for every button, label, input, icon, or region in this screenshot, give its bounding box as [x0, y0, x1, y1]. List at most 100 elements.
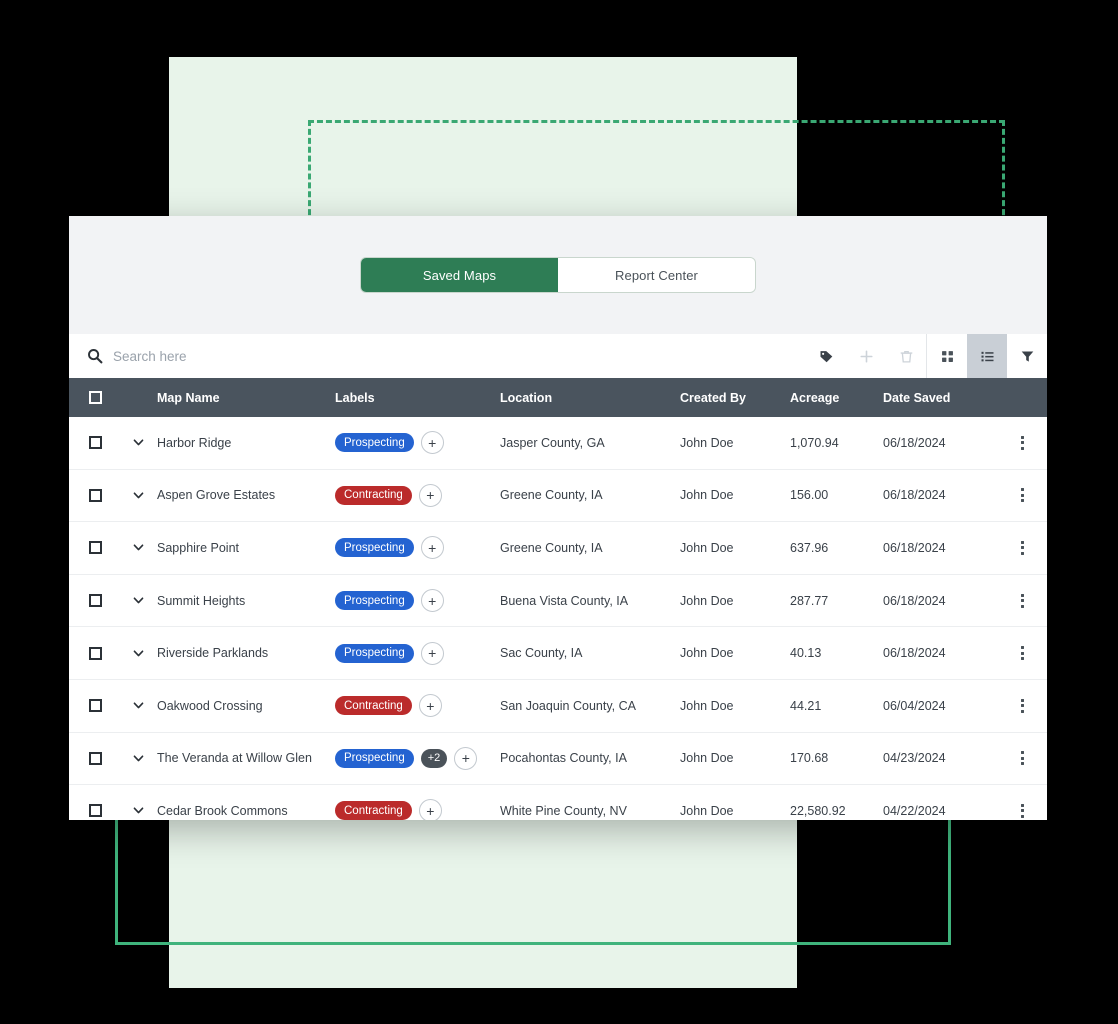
- toolbar: [69, 334, 1047, 378]
- cell-location: Sac County, IA: [500, 646, 583, 661]
- grid-view-button[interactable]: [926, 334, 967, 378]
- cell-location: Greene County, IA: [500, 540, 603, 555]
- table-row[interactable]: Harbor Ridge Prospecting + Jasper County, G…: [69, 417, 1047, 470]
- row-expand-button[interactable]: [121, 753, 155, 764]
- table-row[interactable]: Cedar Brook Commons Contracting + White Pin…: [69, 785, 1047, 820]
- cell-location: San Joaquin County, CA: [500, 698, 636, 713]
- trash-icon: [900, 350, 912, 362]
- table-row[interactable]: Oakwood Crossing Contracting + San Joaquin …: [69, 679, 1047, 733]
- select-all-checkbox[interactable]: [88, 391, 102, 404]
- label-overflow-badge[interactable]: +2: [420, 748, 448, 768]
- label-pill[interactable]: Prospecting: [335, 591, 414, 611]
- label-pill[interactable]: Contracting: [335, 485, 412, 505]
- row-expand-button[interactable]: [121, 648, 155, 659]
- cell-date-saved: 04/23/2024: [883, 751, 946, 766]
- label-pill[interactable]: Contracting: [335, 696, 412, 716]
- label-pill[interactable]: Prospecting: [335, 748, 414, 768]
- tab-saved-maps[interactable]: Saved Maps: [361, 258, 558, 292]
- add-label-button[interactable]: +: [420, 641, 444, 665]
- row-checkbox[interactable]: [88, 541, 102, 555]
- table-row[interactable]: Summit Heights Prospecting + Buena Vista Co…: [69, 574, 1047, 628]
- column-header-labels[interactable]: Labels: [335, 391, 500, 405]
- row-menu-button[interactable]: [1017, 747, 1028, 769]
- filter-button[interactable]: [1007, 334, 1047, 378]
- add-label-button[interactable]: +: [418, 799, 442, 820]
- row-menu-button[interactable]: [1017, 484, 1028, 506]
- list-view-icon: [981, 351, 993, 361]
- search-input[interactable]: [113, 348, 373, 364]
- cell-labels: Prospecting +: [335, 536, 500, 560]
- add-label-button[interactable]: +: [454, 746, 478, 770]
- cell-location: Jasper County, GA: [500, 435, 605, 450]
- cell-date-saved: 04/22/2024: [883, 803, 946, 818]
- cell-created-by: John Doe: [680, 593, 734, 608]
- column-header-map-name[interactable]: Map Name: [155, 391, 335, 405]
- add-button[interactable]: [846, 334, 886, 378]
- row-expand-button[interactable]: [121, 490, 155, 501]
- row-checkbox[interactable]: [88, 436, 102, 450]
- column-header-created-by[interactable]: Created By: [680, 391, 790, 405]
- add-label-button[interactable]: +: [418, 694, 442, 718]
- row-menu-button[interactable]: [1017, 590, 1028, 612]
- row-checkbox[interactable]: [88, 751, 102, 765]
- row-expand-button[interactable]: [121, 700, 155, 711]
- cell-labels: Contracting +: [335, 694, 500, 718]
- cell-map-name: Sapphire Point: [157, 540, 240, 555]
- row-expand-button[interactable]: [121, 595, 155, 606]
- expand-chevron-icon: [133, 597, 143, 604]
- grid-view-icon: [941, 350, 953, 362]
- row-checkbox[interactable]: [88, 488, 102, 502]
- row-checkbox[interactable]: [88, 804, 102, 818]
- row-checkbox[interactable]: [88, 646, 102, 660]
- cell-acreage: 44.21: [790, 698, 822, 713]
- row-select-cell: [69, 541, 121, 555]
- row-menu-button[interactable]: [1017, 432, 1028, 454]
- row-checkbox[interactable]: [88, 594, 102, 608]
- cell-date-saved: 06/18/2024: [883, 435, 946, 450]
- row-menu-button[interactable]: [1017, 695, 1028, 717]
- table-header-row: Map Name Labels Location Created By Acre…: [69, 378, 1047, 417]
- table-row[interactable]: Riverside Parklands Prospecting + Sac Count…: [69, 627, 1047, 680]
- column-header-location[interactable]: Location: [500, 391, 680, 405]
- table-row[interactable]: The Veranda at Willow Glen Prospecting +2 +…: [69, 732, 1047, 786]
- row-menu-button[interactable]: [1017, 642, 1028, 664]
- cell-labels: Contracting +: [335, 483, 500, 507]
- cell-map-name: Oakwood Crossing: [157, 698, 263, 713]
- add-label-button[interactable]: +: [420, 589, 444, 613]
- list-view-button[interactable]: [967, 334, 1007, 378]
- label-pill[interactable]: Prospecting: [335, 643, 414, 663]
- table-row[interactable]: Aspen Grove Estates Contracting + Greene Co…: [69, 469, 1047, 523]
- filter-icon: [1021, 350, 1033, 362]
- row-select-cell: [69, 594, 121, 608]
- expand-chevron-icon: [133, 544, 143, 551]
- add-label-button[interactable]: +: [420, 536, 444, 560]
- add-label-button[interactable]: +: [420, 431, 444, 455]
- label-pill[interactable]: Contracting: [335, 801, 412, 820]
- row-select-cell: [69, 699, 121, 713]
- row-expand-button[interactable]: [121, 542, 155, 553]
- tab-report-center[interactable]: Report Center: [558, 258, 755, 292]
- select-all-cell: [69, 391, 121, 404]
- row-expand-button[interactable]: [121, 437, 155, 448]
- cell-labels: Prospecting +: [335, 589, 500, 613]
- cell-location: White Pine County, NV: [500, 803, 627, 818]
- label-pill[interactable]: Prospecting: [335, 538, 414, 558]
- row-menu-button[interactable]: [1017, 800, 1028, 820]
- row-checkbox[interactable]: [88, 699, 102, 713]
- cell-acreage: 637.96: [790, 540, 829, 555]
- label-pill[interactable]: Prospecting: [335, 433, 414, 453]
- cell-acreage: 40.13: [790, 646, 822, 661]
- tag-button[interactable]: [806, 334, 846, 378]
- cell-date-saved: 06/18/2024: [883, 646, 946, 661]
- row-expand-button[interactable]: [121, 805, 155, 816]
- tag-icon: [820, 350, 832, 362]
- cell-created-by: John Doe: [680, 646, 734, 661]
- row-menu-button[interactable]: [1017, 537, 1028, 559]
- cell-row-actions: [998, 432, 1047, 454]
- expand-chevron-icon: [133, 492, 143, 499]
- column-header-acreage[interactable]: Acreage: [790, 391, 883, 405]
- add-label-button[interactable]: +: [418, 483, 442, 507]
- delete-button[interactable]: [886, 334, 926, 378]
- column-header-date-saved[interactable]: Date Saved: [883, 391, 998, 405]
- table-row[interactable]: Sapphire Point Prospecting + Greene County,…: [69, 522, 1047, 575]
